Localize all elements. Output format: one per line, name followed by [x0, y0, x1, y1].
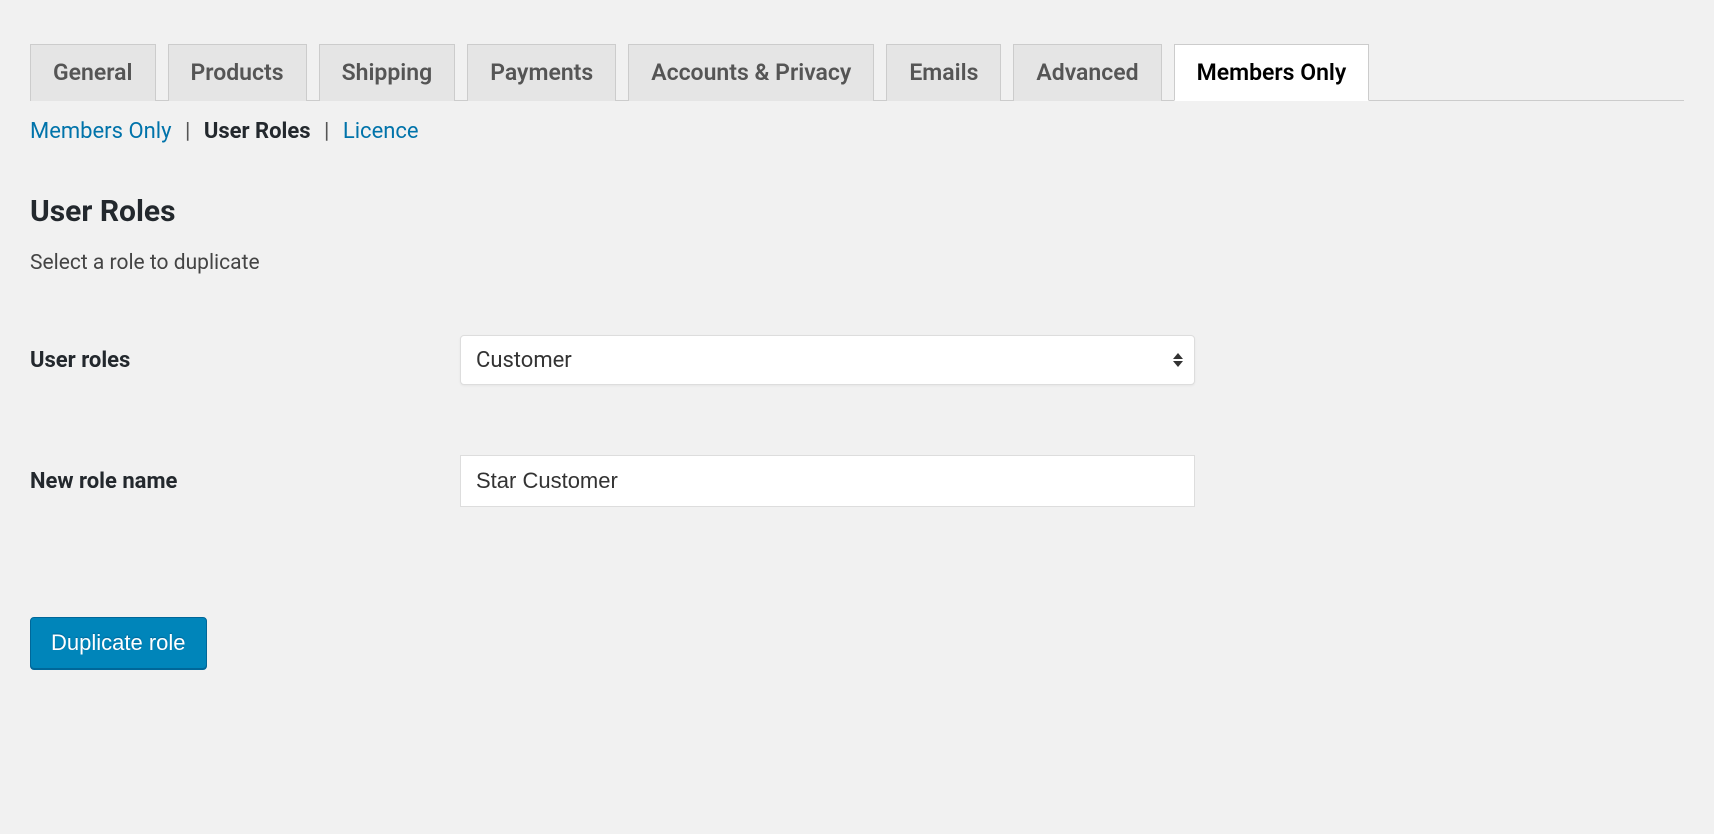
section-title: User Roles — [30, 194, 1684, 229]
tab-shipping[interactable]: Shipping — [319, 44, 456, 101]
user-roles-select[interactable]: Customer — [460, 335, 1195, 385]
label-user-roles: User roles — [30, 348, 460, 373]
label-new-role-name: New role name — [30, 469, 460, 494]
tab-members-only[interactable]: Members Only — [1174, 44, 1370, 101]
tab-products[interactable]: Products — [168, 44, 307, 101]
tab-payments[interactable]: Payments — [467, 44, 616, 101]
tab-general[interactable]: General — [30, 44, 156, 101]
new-role-name-input[interactable] — [460, 455, 1195, 507]
subnav-user-roles: User Roles — [204, 119, 311, 144]
subnav-separator: | — [185, 119, 190, 144]
duplicate-role-button[interactable]: Duplicate role — [30, 617, 207, 669]
tab-advanced[interactable]: Advanced — [1013, 44, 1161, 101]
section-description: Select a role to duplicate — [30, 251, 1684, 275]
subnav-licence[interactable]: Licence — [343, 119, 419, 144]
user-roles-select-value: Customer — [460, 335, 1195, 385]
form-table: User roles Customer New role name — [30, 335, 1684, 507]
row-new-role-name: New role name — [30, 455, 1684, 507]
row-user-roles: User roles Customer — [30, 335, 1684, 385]
settings-tabs: General Products Shipping Payments Accou… — [30, 44, 1684, 101]
tab-emails[interactable]: Emails — [886, 44, 1001, 101]
subnav-members-only[interactable]: Members Only — [30, 119, 172, 144]
sub-nav: Members Only | User Roles | Licence — [30, 119, 1684, 144]
subnav-separator: | — [324, 119, 329, 144]
tab-accounts-privacy[interactable]: Accounts & Privacy — [628, 44, 874, 101]
